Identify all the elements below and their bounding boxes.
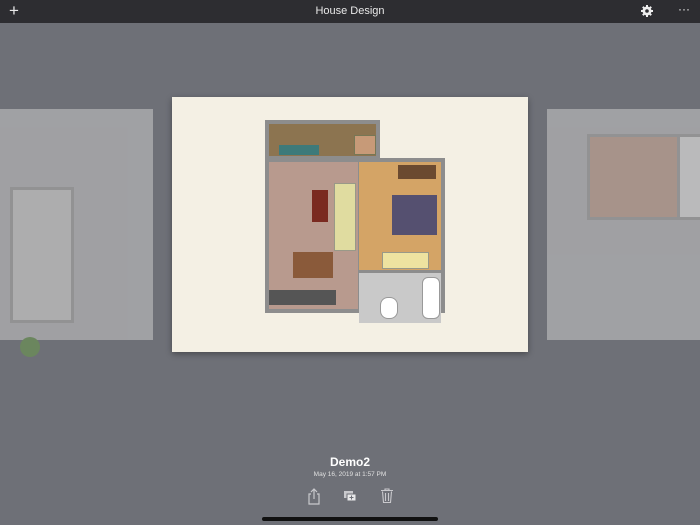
ellipsis-icon[interactable]: ··· [678,2,690,16]
top-bar: + House Design ··· [0,0,700,23]
trash-icon[interactable] [381,488,393,503]
project-card-next[interactable] [547,109,700,340]
gear-icon[interactable] [641,5,653,17]
home-indicator [262,517,438,521]
project-date: May 16, 2019 at 1:57 PM [313,471,387,478]
duplicate-icon[interactable] [343,490,357,502]
app-title: House Design [315,5,385,17]
project-name: Demo2 [329,455,370,469]
project-card-current[interactable] [172,97,528,352]
project-card-previous[interactable] [0,109,153,357]
share-icon[interactable] [307,488,321,505]
